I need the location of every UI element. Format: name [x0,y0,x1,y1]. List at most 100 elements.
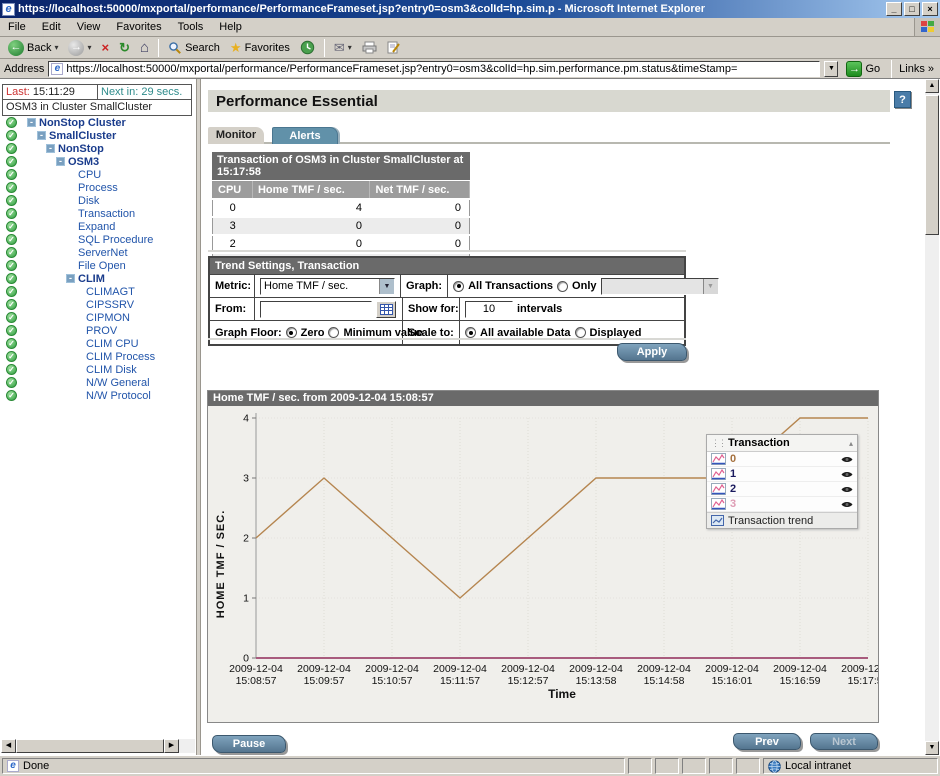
scroll-left-icon[interactable]: ◀ [1,739,16,753]
tree-item-label[interactable]: SQL Procedure [78,234,153,246]
tree-item-disk[interactable]: ✓Disk [0,195,197,208]
tree-item-smallcluster[interactable]: ✓-SmallCluster [0,130,197,143]
scale-all-radio[interactable] [465,327,476,338]
tree-item-nonstop-cluster[interactable]: ✓-NonStop Cluster [0,117,197,130]
print-button[interactable] [358,38,381,58]
collapse-minus-icon[interactable]: - [56,157,65,166]
tree-item-climagt[interactable]: ✓CLIMAGT [0,286,197,299]
metric-select[interactable]: Home TMF / sec. ▼ [260,278,395,295]
search-button[interactable]: Search [164,38,224,58]
collapse-minus-icon[interactable]: - [66,274,75,283]
legend-collapse-icon[interactable]: ▴ [849,439,853,448]
eye-visibility-icon[interactable] [841,485,853,494]
show-for-input[interactable] [465,301,513,318]
tree-item-label[interactable]: CLIM CPU [86,338,139,350]
tree-item-prov[interactable]: ✓PROV [0,325,197,338]
forward-button[interactable]: → ▾ [64,38,95,58]
tree-item-osm3[interactable]: ✓-OSM3 [0,156,197,169]
history-button[interactable] [296,38,319,58]
mail-dropdown-icon[interactable]: ▾ [348,43,352,52]
next-button[interactable]: Next [810,733,878,750]
menu-item-favorites[interactable]: Favorites [108,19,169,35]
vertical-scrollbar[interactable]: ▲ ▼ [925,79,939,755]
help-button[interactable]: ? [894,91,911,108]
tree-item-process[interactable]: ✓Process [0,182,197,195]
collapse-minus-icon[interactable]: - [46,144,55,153]
menu-item-tools[interactable]: Tools [170,19,212,35]
back-button[interactable]: ← Back ▾ [4,38,62,58]
pause-button[interactable]: Pause [212,735,286,753]
scroll-thumb[interactable] [16,739,164,753]
tree-item-servernet[interactable]: ✓ServerNet [0,247,197,260]
edit-button[interactable] [383,38,404,58]
collapse-minus-icon[interactable]: - [27,118,36,127]
eye-visibility-icon[interactable] [841,500,853,509]
legend-item-1[interactable]: 1 [707,467,857,482]
tree-item-label[interactable]: NonStop Cluster [39,117,126,129]
from-input[interactable] [260,301,372,318]
forward-dropdown-icon[interactable]: ▾ [87,43,91,52]
tree-item-n-w-general[interactable]: ✓N/W General [0,377,197,390]
tree-item-label[interactable]: SmallCluster [49,130,116,142]
legend-item-3[interactable]: 3 [707,497,857,512]
tree-item-label[interactable]: CLIM Process [86,351,155,363]
tree-item-n-w-protocol[interactable]: ✓N/W Protocol [0,390,197,403]
tree-item-label[interactable]: CIPMON [86,312,130,324]
scroll-thumb[interactable] [925,95,939,235]
tree-item-clim-cpu[interactable]: ✓CLIM CPU [0,338,197,351]
tree-item-cpu[interactable]: ✓CPU [0,169,197,182]
minimize-button[interactable]: _ [886,2,902,16]
legend-drag-handle-icon[interactable]: ⋮⋮ [711,438,725,449]
tree-item-sql-procedure[interactable]: ✓SQL Procedure [0,234,197,247]
tree-item-expand[interactable]: ✓Expand [0,221,197,234]
chart-legend[interactable]: ⋮⋮ Transaction ▴ 0123 Transaction trend [706,434,858,529]
menu-item-file[interactable]: File [0,19,34,35]
tree-item-label[interactable]: OSM3 [68,156,99,168]
prev-button[interactable]: Prev [733,733,801,750]
tree-item-label[interactable]: Disk [78,195,99,207]
tree-item-cipssrv[interactable]: ✓CIPSSRV [0,299,197,312]
tab-monitor[interactable]: Monitor [208,127,264,144]
tab-alerts[interactable]: Alerts [272,127,338,144]
links-button[interactable]: Links » [899,63,936,75]
collapse-minus-icon[interactable]: - [37,131,46,140]
only-transaction-select[interactable]: ▼ [601,278,719,295]
tree-item-transaction[interactable]: ✓Transaction [0,208,197,221]
tree-item-label[interactable]: ServerNet [78,247,128,259]
menu-item-edit[interactable]: Edit [34,19,69,35]
mail-button[interactable]: ✉ ▾ [330,38,356,58]
apply-button[interactable]: Apply [617,343,687,361]
tree-item-label[interactable]: Expand [78,221,115,233]
chevron-down-icon[interactable]: ▼ [379,279,394,294]
close-button[interactable]: × [922,2,938,16]
tree-item-nonstop[interactable]: ✓-NonStop [0,143,197,156]
tree-item-label[interactable]: CLIM [78,273,105,285]
stop-button[interactable]: × [98,38,114,58]
favorites-button[interactable]: ★ Favorites [226,38,294,58]
floor-min-radio[interactable] [328,327,339,338]
tree-item-file-open[interactable]: ✓File Open [0,260,197,273]
tree-horizontal-scrollbar[interactable]: ◀ ▶ [1,739,195,753]
go-button[interactable]: → Go [842,61,884,77]
tree-item-label[interactable]: NonStop [58,143,104,155]
tree-item-label[interactable]: File Open [78,260,126,272]
tree-item-label[interactable]: Process [78,182,118,194]
tree-item-label[interactable]: CIPSSRV [86,299,134,311]
graph-all-radio[interactable] [453,281,464,292]
graph-only-radio[interactable] [557,281,568,292]
tree-item-label[interactable]: N/W Protocol [86,390,151,402]
home-button[interactable]: ⌂ [136,38,153,58]
tree-item-label[interactable]: Transaction [78,208,135,220]
eye-visibility-icon[interactable] [841,470,853,479]
tree-item-label[interactable]: N/W General [86,377,150,389]
maximize-button[interactable]: □ [904,2,920,16]
scroll-right-icon[interactable]: ▶ [164,739,179,753]
tree-item-clim-disk[interactable]: ✓CLIM Disk [0,364,197,377]
refresh-button[interactable]: ↻ [115,38,134,58]
tree-item-clim[interactable]: ✓-CLIM [0,273,197,286]
back-dropdown-icon[interactable]: ▾ [54,43,58,52]
menu-item-view[interactable]: View [69,19,109,35]
legend-footer[interactable]: Transaction trend [707,512,857,528]
eye-visibility-icon[interactable] [841,455,853,464]
legend-item-0[interactable]: 0 [707,452,857,467]
